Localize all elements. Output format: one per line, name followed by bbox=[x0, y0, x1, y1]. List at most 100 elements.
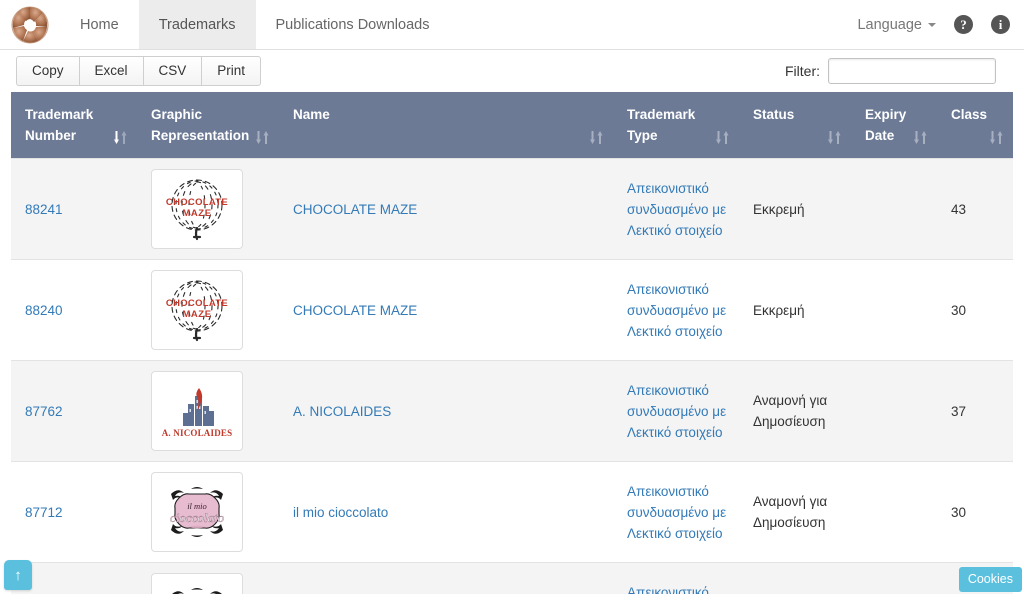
cell-trademark-type: Απεικονιστικό συνδυασμένο με Λεκτικό στο… bbox=[613, 360, 739, 462]
trademark-type-link[interactable]: Απεικονιστικό συνδυασμένο με Λεκτικό στο… bbox=[627, 181, 726, 238]
column-label: Name bbox=[293, 107, 330, 122]
cell-graphic-representation: A. NICOLAIDES bbox=[137, 360, 279, 462]
trademark-name-link[interactable]: CHOCOLATE MAZE bbox=[293, 303, 417, 318]
svg-text:CHOCOLATE: CHOCOLATE bbox=[166, 197, 228, 208]
column-header-class[interactable]: Class bbox=[937, 92, 1013, 159]
table-row[interactable]: 88241 CHOCOLATE MAZE CHOCOLATE MAZE Απει… bbox=[11, 158, 1013, 260]
swirl-logo-icon bbox=[9, 4, 51, 46]
sort-both-icon bbox=[256, 131, 269, 144]
trademark-type-link[interactable]: Απεικονιστικό συνδυασμένο με Λεκτικό στο… bbox=[627, 484, 726, 541]
cell-status: Εκκρεμή bbox=[739, 158, 851, 260]
cell-trademark-type: Απεικονιστικό συνδυασμένο με Λεκτικό στο… bbox=[613, 562, 739, 594]
cell-name: CHOCOLATE MAZE bbox=[279, 158, 613, 260]
cell-trademark-type: Απεικονιστικό συνδυασμένο με Λεκτικό στο… bbox=[613, 461, 739, 563]
sort-desc-icon bbox=[114, 131, 127, 144]
filter-input[interactable] bbox=[828, 58, 996, 84]
table-head: Trademark Number Graphic Representation bbox=[11, 92, 1013, 159]
print-button[interactable]: Print bbox=[201, 55, 262, 87]
help-icon[interactable]: ? bbox=[954, 15, 973, 34]
table-row[interactable]: 87762 A. NICOLAIDES A. NICOLAIDES Απεικο… bbox=[11, 360, 1013, 462]
svg-text:MAZE: MAZE bbox=[182, 309, 211, 320]
brand-logo[interactable] bbox=[0, 0, 60, 49]
filter-group: Filter: bbox=[785, 58, 1008, 84]
sort-both-icon bbox=[828, 131, 841, 144]
column-label: Status bbox=[753, 107, 795, 122]
sort-both-icon bbox=[590, 131, 603, 144]
column-header-trademark-number[interactable]: Trademark Number bbox=[11, 92, 137, 159]
svg-text:cioccolato: cioccolato bbox=[170, 510, 225, 525]
il-mio-cioccolato-logo-icon[interactable]: il mio cioccolato bbox=[151, 472, 243, 552]
trademark-type-link[interactable]: Απεικονιστικό συνδυασμένο με Λεκτικό στο… bbox=[627, 383, 726, 440]
scroll-to-top-button[interactable]: ↑ bbox=[4, 560, 32, 590]
filter-label: Filter: bbox=[785, 63, 820, 79]
column-label: Expiry Date bbox=[865, 107, 907, 143]
chocolate-maze-logo-icon[interactable]: CHOCOLATE MAZE bbox=[151, 169, 243, 249]
trademark-number-link[interactable]: 88241 bbox=[25, 202, 63, 217]
export-button-group: Copy Excel CSV Print bbox=[16, 55, 262, 87]
cell-status: Αναμονή για Δημοσίευση bbox=[739, 360, 851, 462]
trademark-number-link[interactable]: 87712 bbox=[25, 505, 63, 520]
chocolate-maze-logo-icon[interactable]: CHOCOLATE MAZE bbox=[151, 270, 243, 350]
info-icon[interactable]: i bbox=[991, 15, 1010, 34]
language-dropdown[interactable]: Language bbox=[857, 17, 936, 33]
table-row[interactable]: 88240 CHOCOLATE MAZE CHOCOLATE MAZE Απει… bbox=[11, 259, 1013, 361]
il-mio-cioccolato-logo-icon[interactable]: il mio cioccolato bbox=[151, 573, 243, 594]
sort-both-icon bbox=[914, 131, 927, 144]
trademark-name-link[interactable]: A. NICOLAIDES bbox=[293, 404, 391, 419]
column-header-status[interactable]: Status bbox=[739, 92, 851, 159]
column-header-name[interactable]: Name bbox=[279, 92, 613, 159]
column-header-trademark-type[interactable]: Trademark Type bbox=[613, 92, 739, 159]
cell-name: il mio cioccolato bbox=[279, 461, 613, 563]
cell-graphic-representation: il mio cioccolato bbox=[137, 461, 279, 563]
column-header-graphic-representation[interactable]: Graphic Representation bbox=[137, 92, 279, 159]
cell-class: 30 bbox=[937, 461, 1013, 563]
cell-expiry-date bbox=[851, 461, 937, 563]
cell-class: 43 bbox=[937, 158, 1013, 260]
trademark-number-link[interactable]: 87762 bbox=[25, 404, 63, 419]
csv-button[interactable]: CSV bbox=[142, 55, 202, 87]
nav-item-publications-downloads[interactable]: Publications Downloads bbox=[256, 0, 450, 49]
cell-name: il mio cioccolato bbox=[279, 562, 613, 594]
column-label: Trademark Type bbox=[627, 107, 696, 143]
cell-trademark-number: 88240 bbox=[11, 259, 137, 361]
trademark-name-link[interactable]: CHOCOLATE MAZE bbox=[293, 202, 417, 217]
cell-trademark-number: 88241 bbox=[11, 158, 137, 260]
cell-trademark-number: 87712 bbox=[11, 461, 137, 563]
cell-status: Αναμονή για Δημοσίευση bbox=[739, 562, 851, 594]
cookies-button[interactable]: Cookies bbox=[958, 567, 1022, 592]
trademark-type-link[interactable]: Απεικονιστικό συνδυασμένο με Λεκτικό στο… bbox=[627, 282, 726, 339]
cell-expiry-date bbox=[851, 259, 937, 361]
app-viewport: Home Trademarks Publications Downloads L… bbox=[0, 0, 1024, 594]
column-header-expiry-date[interactable]: Expiry Date bbox=[851, 92, 937, 159]
nav-item-trademarks[interactable]: Trademarks bbox=[138, 0, 256, 49]
language-label: Language bbox=[857, 16, 922, 33]
table-toolbar: Copy Excel CSV Print Filter: bbox=[0, 50, 1024, 92]
cell-graphic-representation: CHOCOLATE MAZE bbox=[137, 259, 279, 361]
trademark-number-link[interactable]: 88240 bbox=[25, 303, 63, 318]
trademarks-table: Trademark Number Graphic Representation bbox=[11, 92, 1013, 594]
cell-trademark-number: 87762 bbox=[11, 360, 137, 462]
cell-expiry-date bbox=[851, 158, 937, 260]
svg-text:CHOCOLATE: CHOCOLATE bbox=[166, 298, 228, 309]
cell-graphic-representation: CHOCOLATE MAZE bbox=[137, 158, 279, 260]
svg-text:MAZE: MAZE bbox=[182, 208, 211, 219]
column-label: Trademark Number bbox=[25, 107, 94, 143]
trademark-type-link[interactable]: Απεικονιστικό συνδυασμένο με Λεκτικό στο… bbox=[627, 585, 726, 594]
nav-item-home[interactable]: Home bbox=[60, 0, 139, 49]
cell-trademark-type: Απεικονιστικό συνδυασμένο με Λεκτικό στο… bbox=[613, 158, 739, 260]
excel-button[interactable]: Excel bbox=[78, 55, 143, 87]
cell-name: CHOCOLATE MAZE bbox=[279, 259, 613, 361]
table-header-row: Trademark Number Graphic Representation bbox=[11, 92, 1013, 159]
cell-class: 30 bbox=[937, 259, 1013, 361]
table-row[interactable]: 87712 il mio cioccolato il mio cioccolat… bbox=[11, 461, 1013, 563]
sort-both-icon bbox=[990, 131, 1003, 144]
a-nicolaides-logo-icon[interactable]: A. NICOLAIDES bbox=[151, 371, 243, 451]
column-label: Class bbox=[951, 107, 988, 122]
copy-button[interactable]: Copy bbox=[16, 55, 79, 87]
table-row[interactable]: 87711 bbox=[11, 562, 1013, 594]
arrow-up-icon: ↑ bbox=[14, 566, 22, 584]
nav-menu: Home Trademarks Publications Downloads bbox=[60, 0, 857, 49]
cell-graphic-representation: il mio cioccolato bbox=[137, 562, 279, 594]
table-body: 88241 CHOCOLATE MAZE CHOCOLATE MAZE Απει… bbox=[11, 158, 1013, 594]
trademark-name-link[interactable]: il mio cioccolato bbox=[293, 505, 388, 520]
